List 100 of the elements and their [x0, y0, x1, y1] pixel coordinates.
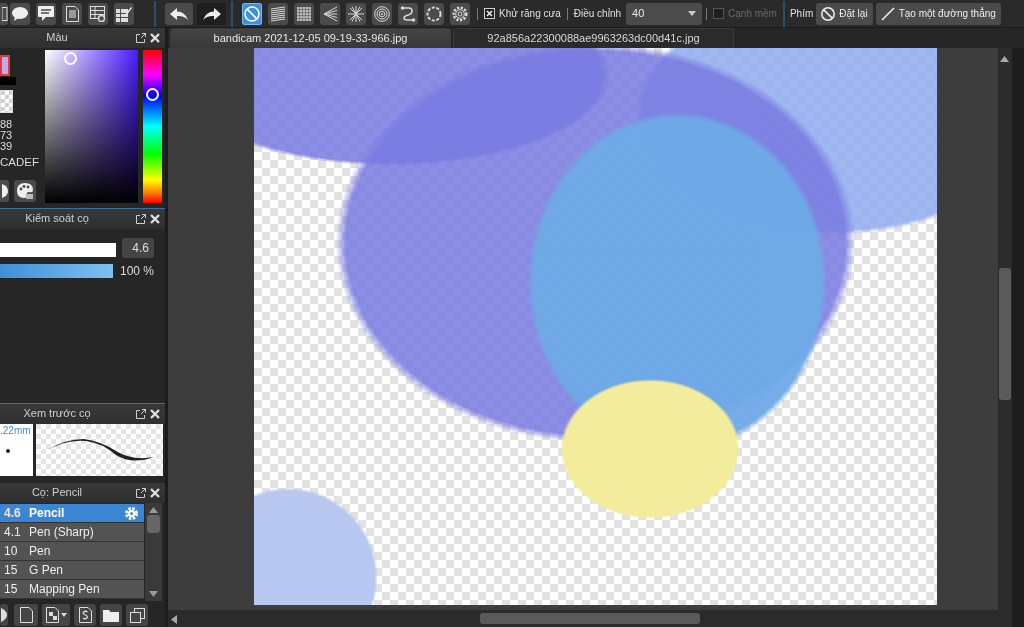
tool-button[interactable]	[424, 2, 444, 25]
brush-size-label: 15	[3, 581, 19, 597]
tool-button[interactable]	[294, 2, 314, 25]
close-icon[interactable]	[150, 214, 160, 224]
document-tab[interactable]: 92a856a22300088ae9963263dc00d41c.jpg	[453, 28, 734, 48]
tool-button[interactable]	[398, 2, 418, 25]
diagonal-lines-icon	[270, 5, 286, 22]
scrollbar-thumb[interactable]	[999, 268, 1011, 400]
palette-settings-button[interactable]	[14, 180, 36, 202]
tool-button[interactable]	[450, 2, 470, 25]
color-picker-field[interactable]	[45, 50, 138, 203]
up-arrow-icon[interactable]	[149, 507, 158, 513]
document-button[interactable]	[62, 2, 82, 25]
list-settings-icon	[90, 5, 106, 22]
scrollbar[interactable]	[168, 610, 1012, 627]
grid-icon	[296, 5, 312, 22]
adjust-label: Điều chỉnh	[573, 7, 622, 20]
redo-button[interactable]	[197, 2, 226, 25]
dotted-circle-icon	[426, 5, 442, 22]
document-tab[interactable]: bandicam 2021-12-05 09-19-33-966.jpg	[170, 28, 451, 48]
toolbar-button[interactable]	[0, 2, 8, 25]
document-icon	[2, 6, 8, 21]
curve-icon	[400, 5, 416, 22]
script-button[interactable]	[74, 604, 96, 626]
down-arrow-icon[interactable]	[149, 591, 158, 597]
list-settings-button[interactable]	[88, 2, 108, 25]
concentric-circles-icon	[374, 5, 390, 22]
message-button[interactable]	[36, 2, 56, 25]
size-input[interactable]: 4.6	[122, 238, 154, 258]
close-icon[interactable]	[150, 33, 160, 43]
table-edit-button[interactable]	[114, 2, 134, 25]
undo-button[interactable]	[165, 2, 193, 25]
size-slider[interactable]	[0, 242, 116, 257]
tool-button[interactable]	[372, 2, 392, 25]
converging-lines-icon	[322, 5, 338, 22]
brush-document-icon	[45, 607, 59, 623]
brush-list-item[interactable]: 4.6 Pencil	[0, 504, 144, 523]
settings-icon	[452, 5, 468, 22]
panel-title: Cọ: Pencil	[30, 486, 84, 500]
folder-button[interactable]	[100, 604, 122, 626]
starburst-icon	[348, 5, 364, 22]
gear-icon[interactable]	[125, 507, 138, 520]
scrollbar[interactable]	[998, 48, 1012, 610]
copy-button[interactable]	[126, 604, 148, 626]
popout-icon[interactable]	[136, 409, 146, 419]
tool-button[interactable]	[242, 2, 262, 25]
hue-slider[interactable]	[143, 50, 162, 203]
brush-size-label: 15	[3, 562, 19, 578]
comment-button[interactable]	[10, 2, 30, 25]
folder-icon	[103, 608, 119, 622]
brush-menu-button[interactable]	[42, 604, 70, 626]
checkbox-label: Cạnh mềm	[728, 7, 777, 20]
popout-icon[interactable]	[136, 33, 146, 43]
toolbar-button[interactable]	[0, 604, 8, 626]
opacity-slider[interactable]	[0, 264, 113, 279]
color-value-text: 88	[0, 119, 13, 130]
up-arrow-icon[interactable]	[1000, 56, 1009, 62]
scrollbar[interactable]	[145, 503, 162, 601]
caret-icon	[60, 613, 67, 617]
brush-size-label: 4.6	[3, 505, 22, 521]
tool-button[interactable]	[268, 2, 288, 25]
scrollbar-thumb[interactable]	[147, 515, 160, 533]
reset-button[interactable]: Đặt lại	[816, 2, 873, 25]
brush-list-item[interactable]: 15 Mapping Pen	[0, 580, 144, 599]
scrollbar-thumb[interactable]	[480, 613, 700, 624]
caret-icon	[688, 11, 697, 16]
opacity-reading: 100 %	[120, 264, 155, 279]
dot-icon	[6, 449, 10, 453]
brush-name-label: Pen (Sharp)	[29, 524, 94, 540]
palette-icon	[1, 184, 8, 198]
popout-icon[interactable]	[136, 214, 146, 224]
brush-size-label: 4.1	[3, 524, 22, 540]
adjust-dropdown[interactable]: 40	[626, 2, 703, 25]
slider-thumb[interactable]	[146, 87, 159, 101]
color-value-text: 73	[0, 130, 13, 141]
undo-icon	[170, 7, 188, 20]
straight-line-button[interactable]: Tạo một đường thẳng	[875, 2, 1001, 25]
brush-list-item[interactable]: 15 G Pen	[0, 561, 144, 580]
color-swatch[interactable]	[0, 77, 16, 85]
panel-title: Xem trước cọ	[22, 407, 92, 421]
new-brush-button[interactable]	[14, 604, 38, 626]
close-icon[interactable]	[150, 488, 160, 498]
transparent-swatch[interactable]	[0, 90, 13, 113]
color-swatch[interactable]	[0, 55, 10, 76]
popout-icon[interactable]	[136, 488, 146, 498]
no-entry-icon	[821, 6, 836, 21]
left-arrow-icon[interactable]	[171, 615, 177, 624]
brush-name-label: Pen	[29, 543, 51, 559]
brush-list-item[interactable]: 4.1 Pen (Sharp)	[0, 523, 144, 542]
panel-title: Màu	[45, 31, 69, 45]
message-icon	[38, 6, 54, 21]
brush-name-label: G Pen	[29, 562, 64, 578]
palette-icon	[1, 608, 7, 622]
tool-button[interactable]	[320, 2, 340, 25]
tool-button[interactable]	[346, 2, 366, 25]
brush-list-item[interactable]: 10 Pen	[0, 542, 144, 561]
hex-value-text: CADEF	[0, 157, 39, 168]
close-icon[interactable]	[150, 409, 160, 419]
palette-button[interactable]	[0, 180, 9, 202]
brush-name-label: Pencil	[29, 505, 65, 521]
